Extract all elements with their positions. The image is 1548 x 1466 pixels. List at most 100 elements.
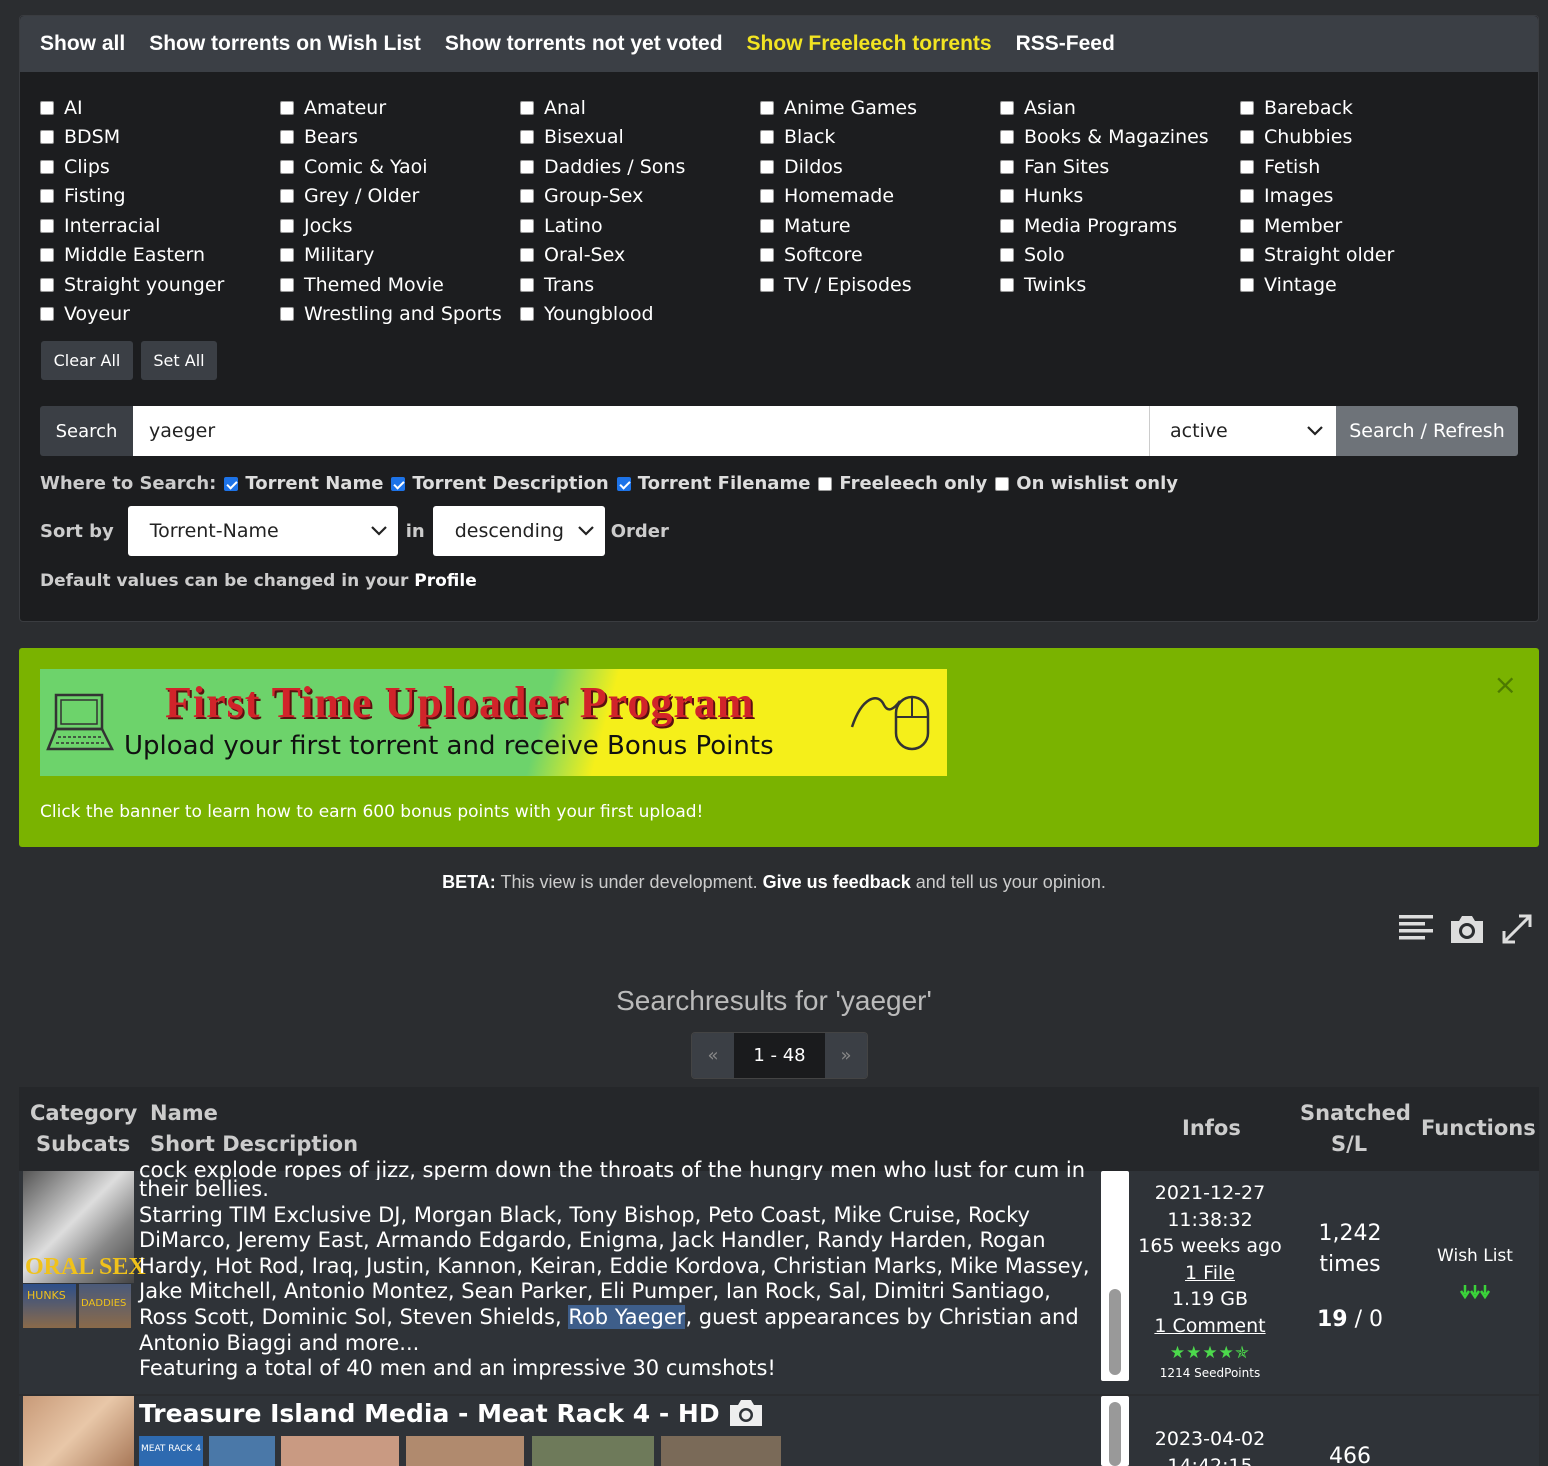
category-checkbox[interactable]: [1240, 248, 1254, 263]
leechers[interactable]: 0: [1369, 1307, 1383, 1332]
where-checkbox[interactable]: [995, 476, 1010, 491]
category-checkbox[interactable]: [520, 248, 534, 263]
category-checkbox[interactable]: [1240, 218, 1254, 233]
screenshot-thumb[interactable]: [209, 1436, 275, 1466]
category-checkbox[interactable]: [1240, 130, 1254, 145]
category-option[interactable]: AI: [40, 96, 280, 120]
category-checkbox[interactable]: [520, 100, 534, 115]
category-thumbnail[interactable]: ORAL SEX: [23, 1171, 146, 1283]
set-all-button[interactable]: Set All: [141, 341, 217, 380]
category-checkbox[interactable]: [40, 130, 54, 145]
category-checkbox[interactable]: [520, 130, 534, 145]
category-checkbox[interactable]: [280, 307, 294, 322]
category-option[interactable]: Fetish: [1240, 155, 1480, 179]
category-option[interactable]: Images: [1240, 185, 1480, 209]
camera-icon[interactable]: [1448, 912, 1486, 946]
category-option[interactable]: Youngblood: [520, 303, 760, 327]
category-checkbox[interactable]: [520, 189, 534, 204]
where-option[interactable]: Torrent Name: [224, 473, 383, 494]
torrent-title[interactable]: Treasure Island Media - Meat Rack 4 - HD: [139, 1399, 720, 1428]
where-checkbox[interactable]: [818, 476, 833, 491]
category-option[interactable]: Oral-Sex: [520, 244, 760, 268]
category-option[interactable]: Amateur: [280, 96, 520, 120]
clear-all-button[interactable]: Clear All: [41, 341, 133, 380]
search-refresh-button[interactable]: Search / Refresh: [1336, 406, 1518, 456]
category-checkbox[interactable]: [1240, 159, 1254, 174]
category-checkbox[interactable]: [1240, 277, 1254, 292]
promo-banner-image[interactable]: First Time Uploader Program Upload your …: [40, 669, 947, 776]
category-checkbox[interactable]: [760, 218, 774, 233]
category-option[interactable]: Anal: [520, 96, 760, 120]
category-checkbox[interactable]: [40, 248, 54, 263]
camera-icon[interactable]: [728, 1398, 764, 1428]
subcat-thumbnail-hunks[interactable]: HUNKS: [23, 1284, 76, 1328]
screenshot-thumb[interactable]: MEAT RACK 4: [139, 1436, 203, 1466]
files-link[interactable]: 1 File: [1185, 1262, 1235, 1284]
category-option[interactable]: Jocks: [280, 214, 520, 238]
category-option[interactable]: Solo: [1000, 244, 1240, 268]
category-checkbox[interactable]: [760, 277, 774, 292]
scrollbar-thumb[interactable]: [1109, 1289, 1121, 1375]
list-view-icon[interactable]: [1398, 912, 1434, 944]
category-option[interactable]: Anime Games: [760, 96, 1000, 120]
category-checkbox[interactable]: [520, 159, 534, 174]
category-option[interactable]: Fisting: [40, 185, 280, 209]
category-option[interactable]: TV / Episodes: [760, 273, 1000, 297]
category-checkbox[interactable]: [40, 100, 54, 115]
category-option[interactable]: Latino: [520, 214, 760, 238]
category-checkbox[interactable]: [280, 130, 294, 145]
col-name[interactable]: Name: [150, 1098, 218, 1129]
category-option[interactable]: Comic & Yaoi: [280, 155, 520, 179]
category-checkbox[interactable]: [280, 159, 294, 174]
category-checkbox[interactable]: [1000, 130, 1014, 145]
nav-freeleech[interactable]: Show Freeleech torrents: [747, 32, 992, 56]
category-option[interactable]: Dildos: [760, 155, 1000, 179]
where-checkbox[interactable]: [224, 476, 239, 491]
category-checkbox[interactable]: [760, 159, 774, 174]
category-checkbox[interactable]: [280, 248, 294, 263]
subcat-thumbnail-daddies[interactable]: DADDIES: [79, 1284, 131, 1328]
category-option[interactable]: Voyeur: [40, 303, 280, 327]
category-checkbox[interactable]: [40, 218, 54, 233]
category-option[interactable]: Twinks: [1000, 273, 1240, 297]
category-option[interactable]: Straight older: [1240, 244, 1480, 268]
next-page-button[interactable]: »: [825, 1033, 867, 1078]
where-option[interactable]: On wishlist only: [995, 473, 1178, 494]
category-checkbox[interactable]: [520, 307, 534, 322]
category-option[interactable]: Fan Sites: [1000, 155, 1240, 179]
seeders[interactable]: 19: [1317, 1307, 1348, 1332]
description-scrollbar[interactable]: [1101, 1171, 1129, 1381]
category-option[interactable]: Member: [1240, 214, 1480, 238]
profile-link[interactable]: Profile: [414, 571, 476, 591]
description-scrollbar[interactable]: [1101, 1396, 1129, 1466]
category-checkbox[interactable]: [40, 189, 54, 204]
category-option[interactable]: Interracial: [40, 214, 280, 238]
category-option[interactable]: Trans: [520, 273, 760, 297]
close-icon[interactable]: ×: [1494, 668, 1517, 701]
category-checkbox[interactable]: [40, 307, 54, 322]
category-option[interactable]: Middle Eastern: [40, 244, 280, 268]
where-option[interactable]: Torrent Description: [391, 473, 609, 494]
category-checkbox[interactable]: [1000, 100, 1014, 115]
category-option[interactable]: Straight younger: [40, 273, 280, 297]
category-checkbox[interactable]: [760, 100, 774, 115]
category-option[interactable]: Bareback: [1240, 96, 1480, 120]
category-option[interactable]: Wrestling and Sports: [280, 303, 520, 327]
search-input[interactable]: yaeger: [133, 406, 1149, 456]
category-thumbnail[interactable]: [23, 1396, 134, 1466]
category-option[interactable]: Asian: [1000, 96, 1240, 120]
where-option[interactable]: Freeleech only: [818, 473, 987, 494]
expand-icon[interactable]: [1500, 912, 1534, 946]
feedback-link[interactable]: Give us feedback: [763, 872, 911, 892]
prev-page-button[interactable]: «: [692, 1033, 734, 1078]
category-option[interactable]: Vintage: [1240, 273, 1480, 297]
where-checkbox[interactable]: [391, 476, 406, 491]
sort-field-select[interactable]: Torrent-Name: [127, 506, 398, 556]
category-option[interactable]: Clips: [40, 155, 280, 179]
where-option[interactable]: Torrent Filename: [616, 473, 810, 494]
category-option[interactable]: Military: [280, 244, 520, 268]
comments-link[interactable]: 1 Comment: [1154, 1315, 1265, 1337]
category-checkbox[interactable]: [1000, 277, 1014, 292]
category-checkbox[interactable]: [280, 277, 294, 292]
category-option[interactable]: Media Programs: [1000, 214, 1240, 238]
